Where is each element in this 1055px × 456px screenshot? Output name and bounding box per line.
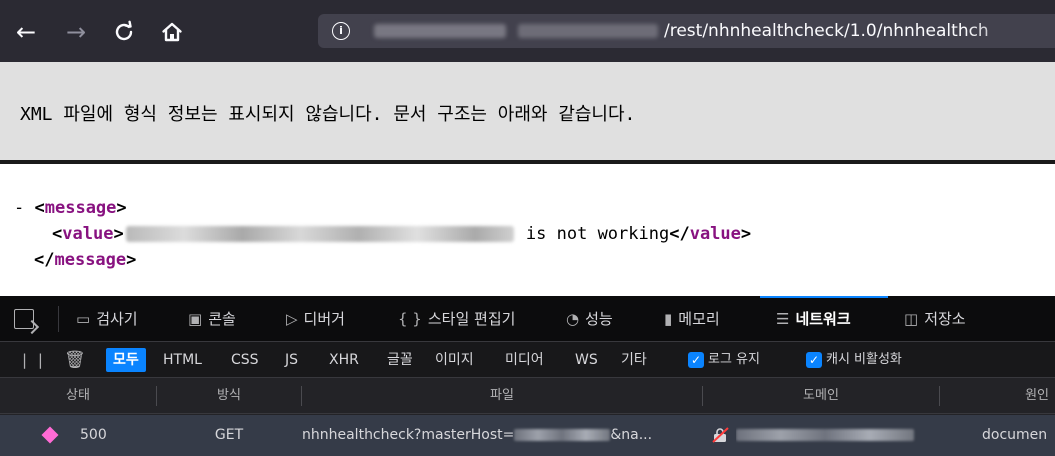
network-table-header: 상태 방식 파일 도메인 원인 [0,378,1055,414]
url-fade [965,14,1055,48]
insecure-lock-icon [712,427,729,443]
request-domain [736,415,936,456]
tab-separator [58,306,59,332]
column-file[interactable]: 파일 [302,378,702,414]
request-file-suffix: &na... [610,427,653,443]
network-icon: ☰ [776,310,790,328]
column-status[interactable]: 상태 [0,378,156,414]
info-icon[interactable]: i [332,22,350,40]
pause-icon[interactable]: | | [22,351,46,369]
console-icon: ▣ [188,310,203,328]
column-cause[interactable]: 원인 [940,378,1055,414]
filter-css[interactable]: CSS [224,348,266,372]
reload-icon[interactable] [110,18,138,46]
tab-console[interactable]: ▣ 콘솔 [188,296,236,342]
xml-style-notice: XML 파일에 형식 정보는 표시되지 않습니다. 문서 구조는 아래와 같습니… [0,62,1055,164]
filter-other[interactable]: 기타 [614,348,654,372]
persist-logs-checkbox[interactable]: ✓ 로그 유지 [688,349,760,373]
memory-icon: ▮ [664,310,673,328]
tab-network[interactable]: ☰ 네트워크 [776,296,851,342]
arrow-right-icon[interactable]: → [62,18,90,46]
request-method: GET [214,427,244,443]
trash-icon[interactable]: 🗑 [64,350,86,370]
filter-ws[interactable]: WS [568,348,605,372]
network-filter-bar: | | 🗑 모두 HTML CSS JS XHR 글꼴 이미지 미디어 WS 기… [0,342,1055,378]
tab-performance[interactable]: ◔ 성능 [566,296,613,342]
xml-message-open: - <message> [14,198,127,218]
xml-tag-message: message [44,198,117,218]
browser-toolbar: ← → i /rest/nhnhealthcheck/1.0/nhnhealth… [0,0,1055,62]
tab-style-editor[interactable]: { } 스타일 편집기 [398,296,515,342]
xml-notice-text: XML 파일에 형식 정보는 표시되지 않습니다. 문서 구조는 아래와 같습니… [20,104,636,125]
filter-all[interactable]: 모두 [106,348,146,372]
network-request-row[interactable]: 500 GET nhnhealthcheck?masterHost= &na...… [0,415,1055,456]
tab-memory[interactable]: ▮ 메모리 [664,296,720,342]
debugger-icon: ▷ [286,310,298,328]
xml-tag-value-close: value [689,224,741,244]
tab-storage[interactable]: ◫ 저장소 [904,296,966,342]
collapse-toggle[interactable]: - [14,198,24,218]
redacted-hostname [125,226,514,242]
status-error-indicator [41,426,59,444]
request-cause: documen [982,427,1048,443]
performance-icon: ◔ [566,310,580,328]
column-domain[interactable]: 도메인 [703,378,939,414]
element-picker-icon[interactable] [14,309,34,329]
xml-tag-value: value [62,224,114,244]
tab-inspector[interactable]: ▭ 검사기 [76,296,138,342]
request-file-prefix: nhnhealthcheck?masterHost= [302,427,515,443]
arrow-left-icon[interactable]: ← [12,18,40,46]
xml-message-close: </message> [34,250,137,270]
redacted-domain [736,429,914,441]
column-method[interactable]: 방식 [157,378,301,414]
devtools-panel: ▭ 검사기 ▣ 콘솔 ▷ 디버거 { } 스타일 편집기 ◔ 성능 ▮ 메모리 ☰ 네트워크 … [0,296,1055,456]
request-file: nhnhealthcheck?masterHost= &na... [302,415,708,456]
url-path-text: /rest/nhnhealthcheck/1.0/nhnhealthch [664,21,989,41]
xml-value-text: is not working [515,224,670,244]
filter-html[interactable]: HTML [156,348,209,372]
checkmark-icon: ✓ [688,351,704,368]
filter-js[interactable]: JS [278,348,305,372]
home-icon[interactable] [158,18,186,46]
disable-cache-checkbox[interactable]: ✓ 캐시 비활성화 [806,349,902,373]
tab-debugger[interactable]: ▷ 디버거 [286,296,345,342]
devtools-tabbar: ▭ 검사기 ▣ 콘솔 ▷ 디버거 { } 스타일 편집기 ◔ 성능 ▮ 메모리 ☰ 네트워크 … [0,296,1055,342]
filter-fonts[interactable]: 글꼴 [380,348,420,372]
xml-tag-message-close: message [54,250,127,270]
redacted-url-host [374,24,506,38]
inspector-icon: ▭ [76,310,91,328]
redacted-url-path [518,24,658,38]
xml-value-line: <value> is not working</value> [52,224,752,244]
storage-icon: ◫ [904,310,919,328]
request-status: 500 [80,427,107,443]
url-bar[interactable]: i /rest/nhnhealthcheck/1.0/nhnhealthch [318,14,1055,48]
xml-tree: - <message> <value> is not working</valu… [0,168,1055,286]
redacted-host [514,429,611,441]
filter-media[interactable]: 미디어 [498,348,551,372]
checkmark-icon: ✓ [806,351,822,368]
filter-xhr[interactable]: XHR [322,348,366,372]
braces-icon: { } [398,310,422,328]
filter-images[interactable]: 이미지 [428,348,481,372]
